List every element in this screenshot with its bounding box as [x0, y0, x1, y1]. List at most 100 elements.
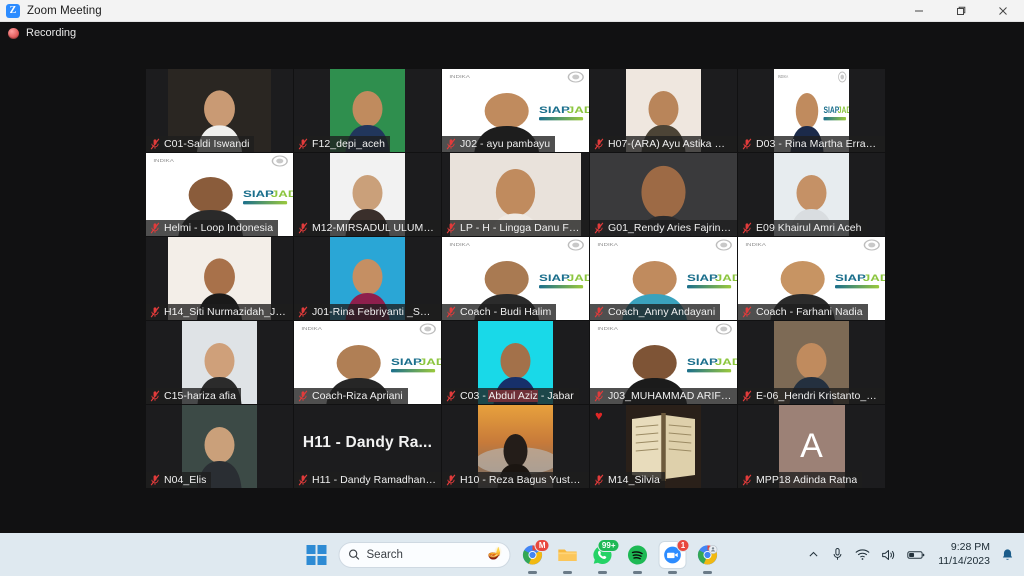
taskbar-app-chrome-profile[interactable] — [695, 542, 721, 574]
participant-tile[interactable]: H14_Siti Nurmazidah_Jab... — [146, 237, 293, 320]
taskbar-app-chrome-gmail[interactable]: M — [520, 538, 550, 574]
participant-grid: C01-Saldi Iswandi F12_depi_aceh INDIKA SIAP… — [146, 69, 885, 488]
participant-display-name: H14_Siti Nurmazidah_Jab... — [164, 306, 288, 318]
taskbar-app-spotify[interactable] — [625, 542, 651, 574]
muted-microphone-icon — [150, 138, 160, 150]
muted-microphone-icon — [594, 390, 604, 402]
muted-microphone-icon — [594, 138, 604, 150]
minimize-button[interactable] — [898, 0, 940, 22]
svg-text:INDIKA: INDIKA — [778, 75, 789, 80]
muted-microphone-icon — [742, 306, 752, 318]
participant-tile[interactable]: H11 - Dandy Ra... H11 - Dandy Ramadhany .… — [294, 405, 441, 488]
muted-microphone-icon — [742, 390, 752, 402]
participant-name-bar: J01-Rina Febriyanti _Sum... — [294, 304, 441, 320]
participant-name-bar: Coach_Anny Andayani — [590, 304, 721, 320]
participant-display-name: G01_Rendy Aries Fajrin_Ja... — [608, 222, 732, 234]
zoom-logo-icon: Z — [6, 3, 20, 18]
participant-tile[interactable]: H07-(ARA) Ayu Astika Sar... — [590, 69, 737, 152]
svg-text:JADI: JADI — [863, 274, 885, 284]
close-button[interactable] — [982, 0, 1024, 22]
app-running-indicator — [633, 571, 642, 574]
participant-tile[interactable]: INDIKA SIAPJADI Coach - Budi Halim — [442, 237, 589, 320]
participant-tile[interactable]: H10 - Reza Bagus Yustria... — [442, 405, 589, 488]
participant-name-bar: E09 Khairul Amri Aceh — [738, 220, 867, 236]
participant-tile[interactable]: INDIKA SIAPJADI J03_MUHAMMAD ARIFIN... — [590, 321, 737, 404]
muted-microphone-icon — [446, 138, 456, 150]
svg-text:INDIKA: INDIKA — [745, 243, 766, 248]
muted-microphone-icon — [150, 222, 160, 234]
participant-name-bar: Coach - Budi Halim — [442, 304, 557, 320]
participant-name-bar: M12-MIRSADUL ULUM J... — [294, 220, 441, 236]
participant-display-name: F12_depi_aceh — [312, 138, 386, 150]
taskbar-app-file-explorer[interactable] — [555, 542, 581, 574]
svg-text:JADI: JADI — [567, 274, 589, 284]
participant-tile[interactable]: INDIKA SIAPJADI Coach - Farhani Nadia — [738, 237, 885, 320]
chevron-up-icon[interactable] — [807, 548, 820, 561]
svg-text:SIAP: SIAP — [391, 358, 422, 368]
muted-microphone-icon — [150, 306, 160, 318]
participant-display-name: C15-hariza afia — [164, 390, 236, 402]
taskbar-clock[interactable]: 9:28 PM 11/14/2023 — [938, 541, 990, 567]
participant-name-bar: Coach-Riza Apriani — [294, 388, 408, 404]
bell-icon[interactable] — [1001, 548, 1014, 562]
svg-text:INDIKA: INDIKA — [449, 243, 470, 248]
system-tray: 9:28 PM 11/14/2023 — [807, 533, 1024, 576]
participant-display-name: Helmi - Loop Indonesia — [164, 222, 274, 234]
speaker-icon[interactable] — [881, 548, 896, 562]
battery-icon[interactable] — [907, 549, 925, 561]
participant-tile[interactable]: M12-MIRSADUL ULUM J... — [294, 153, 441, 236]
participant-tile[interactable]: A MPP18 Adinda Ratna — [738, 405, 885, 488]
recording-label: Recording — [26, 27, 77, 39]
svg-text:SIAP: SIAP — [539, 274, 570, 284]
participant-display-name: E-06_Hendri Kristanto_Sa... — [756, 390, 880, 402]
participant-tile[interactable]: E09 Khairul Amri Aceh — [738, 153, 885, 236]
muted-microphone-icon — [594, 474, 604, 486]
svg-text:JADI: JADI — [419, 358, 441, 368]
participant-tile[interactable]: INDIKA SIAPJADI Coach-Riza Apriani — [294, 321, 441, 404]
participant-name-bar: LP - H - Lingga Danu Feb... — [442, 220, 589, 236]
svg-text:INDIKA: INDIKA — [597, 243, 618, 248]
muted-microphone-icon — [594, 222, 604, 234]
participant-tile[interactable]: E-06_Hendri Kristanto_Sa... — [738, 321, 885, 404]
participant-tile[interactable]: INDIKA SIAPJADI Helmi - Loop Indonesia — [146, 153, 293, 236]
app-running-indicator — [668, 571, 677, 574]
start-button[interactable] — [304, 542, 330, 568]
participant-display-name: Coach-Riza Apriani — [312, 390, 403, 402]
search-icon — [349, 549, 360, 560]
microphone-icon[interactable] — [831, 547, 844, 562]
participant-tile[interactable]: C03 - Abdul Aziz - Jabar — [442, 321, 589, 404]
svg-text:INDIKA: INDIKA — [301, 327, 322, 332]
taskbar-app-zoom[interactable]: 1 — [659, 538, 690, 574]
participant-tile[interactable]: C15-hariza afia — [146, 321, 293, 404]
window-controls — [898, 0, 1024, 22]
participant-tile[interactable]: G01_Rendy Aries Fajrin_Ja... — [590, 153, 737, 236]
recording-indicator: Recording — [8, 27, 76, 39]
muted-microphone-icon — [742, 138, 752, 150]
app-running-indicator — [563, 571, 572, 574]
participant-tile[interactable]: INDIKASIAPJADID03 - Rina Martha Erraw... — [738, 69, 885, 152]
participant-tile[interactable]: F12_depi_aceh — [294, 69, 441, 152]
participant-tile[interactable]: ♥ M14_Silvia — [590, 405, 737, 488]
participant-name-bar: D03 - Rina Martha Erraw... — [738, 136, 885, 152]
participant-tile[interactable]: INDIKA SIAPJADI Coach_Anny Andayani — [590, 237, 737, 320]
taskbar-search-box[interactable]: Search 🪔 — [338, 541, 511, 568]
participant-tile[interactable]: INDIKA SIAPJADI J02 - ayu pambayu — [442, 69, 589, 152]
wifi-icon[interactable] — [855, 548, 870, 561]
participant-tile[interactable]: J01-Rina Febriyanti _Sum... — [294, 237, 441, 320]
participant-name-bar: J02 - ayu pambayu — [442, 136, 556, 152]
participant-display-name: MPP18 Adinda Ratna — [756, 474, 858, 486]
participant-display-name: E09 Khairul Amri Aceh — [756, 222, 862, 234]
participant-tile[interactable]: LP - H - Lingga Danu Feb... — [442, 153, 589, 236]
muted-microphone-icon — [742, 222, 752, 234]
restore-button[interactable] — [940, 0, 982, 22]
heart-reaction-icon: ♥ — [595, 408, 603, 423]
participant-tile[interactable]: C01-Saldi Iswandi — [146, 69, 293, 152]
muted-microphone-icon — [446, 474, 456, 486]
gmail-badge: M — [534, 538, 550, 552]
svg-text:JADI: JADI — [271, 190, 293, 200]
svg-text:JADI: JADI — [715, 358, 737, 368]
taskbar-app-whatsapp[interactable]: 99+ — [590, 538, 620, 574]
svg-text:SIAP: SIAP — [243, 190, 274, 200]
muted-microphone-icon — [298, 222, 308, 234]
participant-tile[interactable]: N04_Elis — [146, 405, 293, 488]
